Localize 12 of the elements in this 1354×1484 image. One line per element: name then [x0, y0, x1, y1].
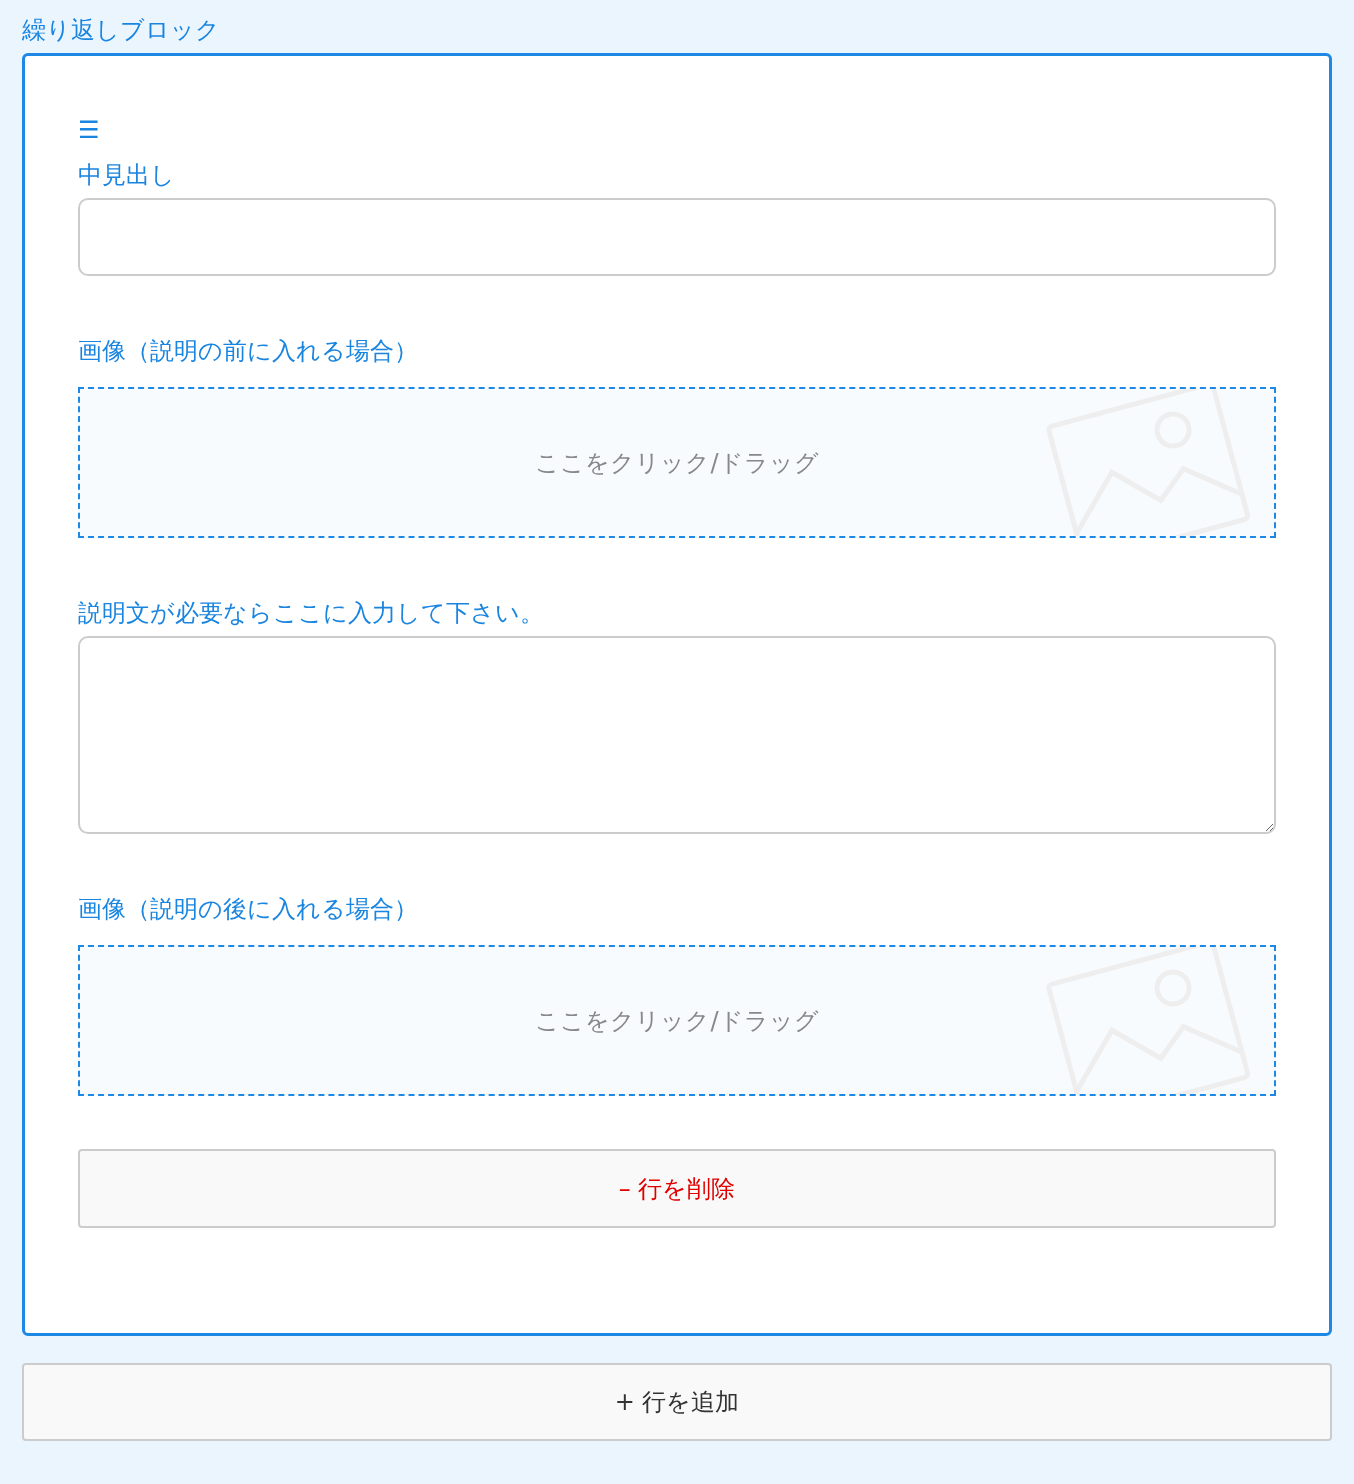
field-label: 説明文が必要ならここに入力して下さい。	[78, 598, 545, 629]
drag-handle[interactable]: ☰	[78, 114, 100, 146]
text-field[interactable]	[78, 198, 1276, 276]
add-row-button[interactable]: + 行を追加	[22, 1363, 1332, 1441]
text-area[interactable]	[78, 636, 1276, 834]
image-drop-zone[interactable]: ここをクリック/ドラッグ	[78, 387, 1276, 538]
remove-row-button[interactable]: – 行を削除	[78, 1149, 1276, 1228]
image-drop-zone[interactable]: ここをクリック/ドラッグ	[78, 945, 1276, 1096]
field-label: 画像（説明の前に入れる場合）	[78, 336, 419, 367]
field-label: 画像（説明の後に入れる場合）	[78, 894, 419, 925]
field-label: 中見出し	[78, 160, 176, 191]
block-title: 繰り返しブロック	[22, 15, 221, 46]
